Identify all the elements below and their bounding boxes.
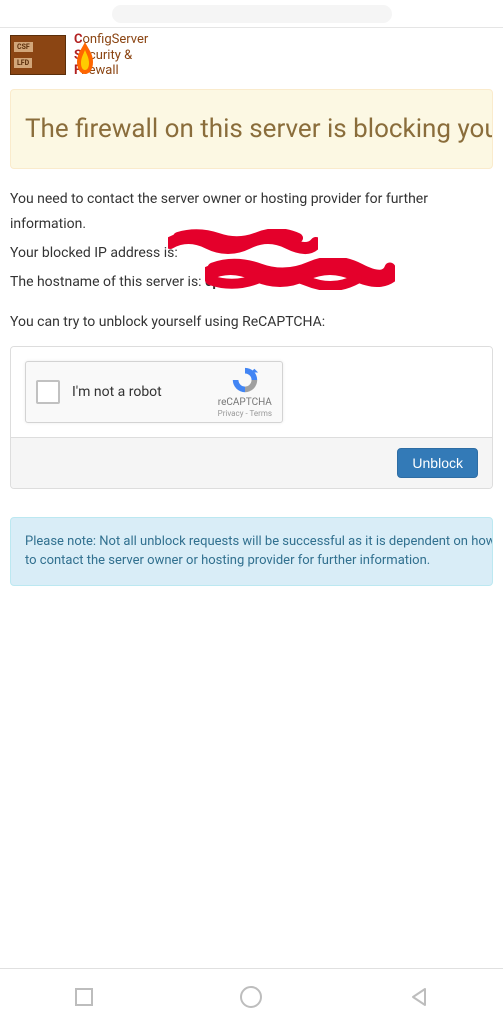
info-block: You need to contact the server owner or … [0,187,503,296]
url-bar[interactable] [112,5,392,23]
recaptcha-icon [230,365,260,395]
note-line-1: Please note: Not all unblock requests wi… [25,532,478,552]
nav-home-icon[interactable] [238,984,264,1010]
recaptcha-widget: I'm not a robot reCAPTCHA Privacy - Term… [25,361,283,423]
alert-banner: The firewall on this server is blocking … [10,89,493,169]
brick-label-top: CSF [14,42,33,52]
recaptcha-section: You can try to unblock yourself using Re… [10,314,493,489]
recaptcha-panel: I'm not a robot reCAPTCHA Privacy - Term… [10,346,493,489]
logo-row: CSF LFD ConfigServer Security & Firewall [0,28,503,83]
unblock-button[interactable]: Unblock [397,448,478,478]
browser-top-bar [0,0,503,28]
note-line-2: to contact the server owner or hosting p… [25,551,478,571]
info-hostname: The hostname of this server is: cp [10,270,493,295]
redaction-scribble-icon [168,229,318,257]
redaction-scribble-icon [205,258,395,290]
csf-logo-brick: CSF LFD [10,35,66,75]
brick-label-bottom: LFD [14,58,32,68]
panel-footer: Unblock [11,437,492,488]
android-nav-bar [0,968,503,1024]
nav-recent-icon[interactable] [71,984,97,1010]
recaptcha-branding: reCAPTCHA Privacy - Terms [218,365,272,419]
recaptcha-label: I'm not a robot [72,384,218,400]
recaptcha-brand-text: reCAPTCHA [218,397,272,409]
recaptcha-checkbox[interactable] [36,380,60,404]
recaptcha-terms-link[interactable]: Privacy - Terms [218,409,272,419]
nav-back-icon[interactable] [406,984,432,1010]
recaptcha-intro: You can try to unblock yourself using Re… [10,314,493,330]
alert-heading: The firewall on this server is blocking … [25,114,478,144]
page-content: CSF LFD ConfigServer Security & Firewall… [0,28,503,586]
note-box: Please note: Not all unblock requests wi… [10,517,493,586]
panel-body: I'm not a robot reCAPTCHA Privacy - Term… [11,347,492,437]
